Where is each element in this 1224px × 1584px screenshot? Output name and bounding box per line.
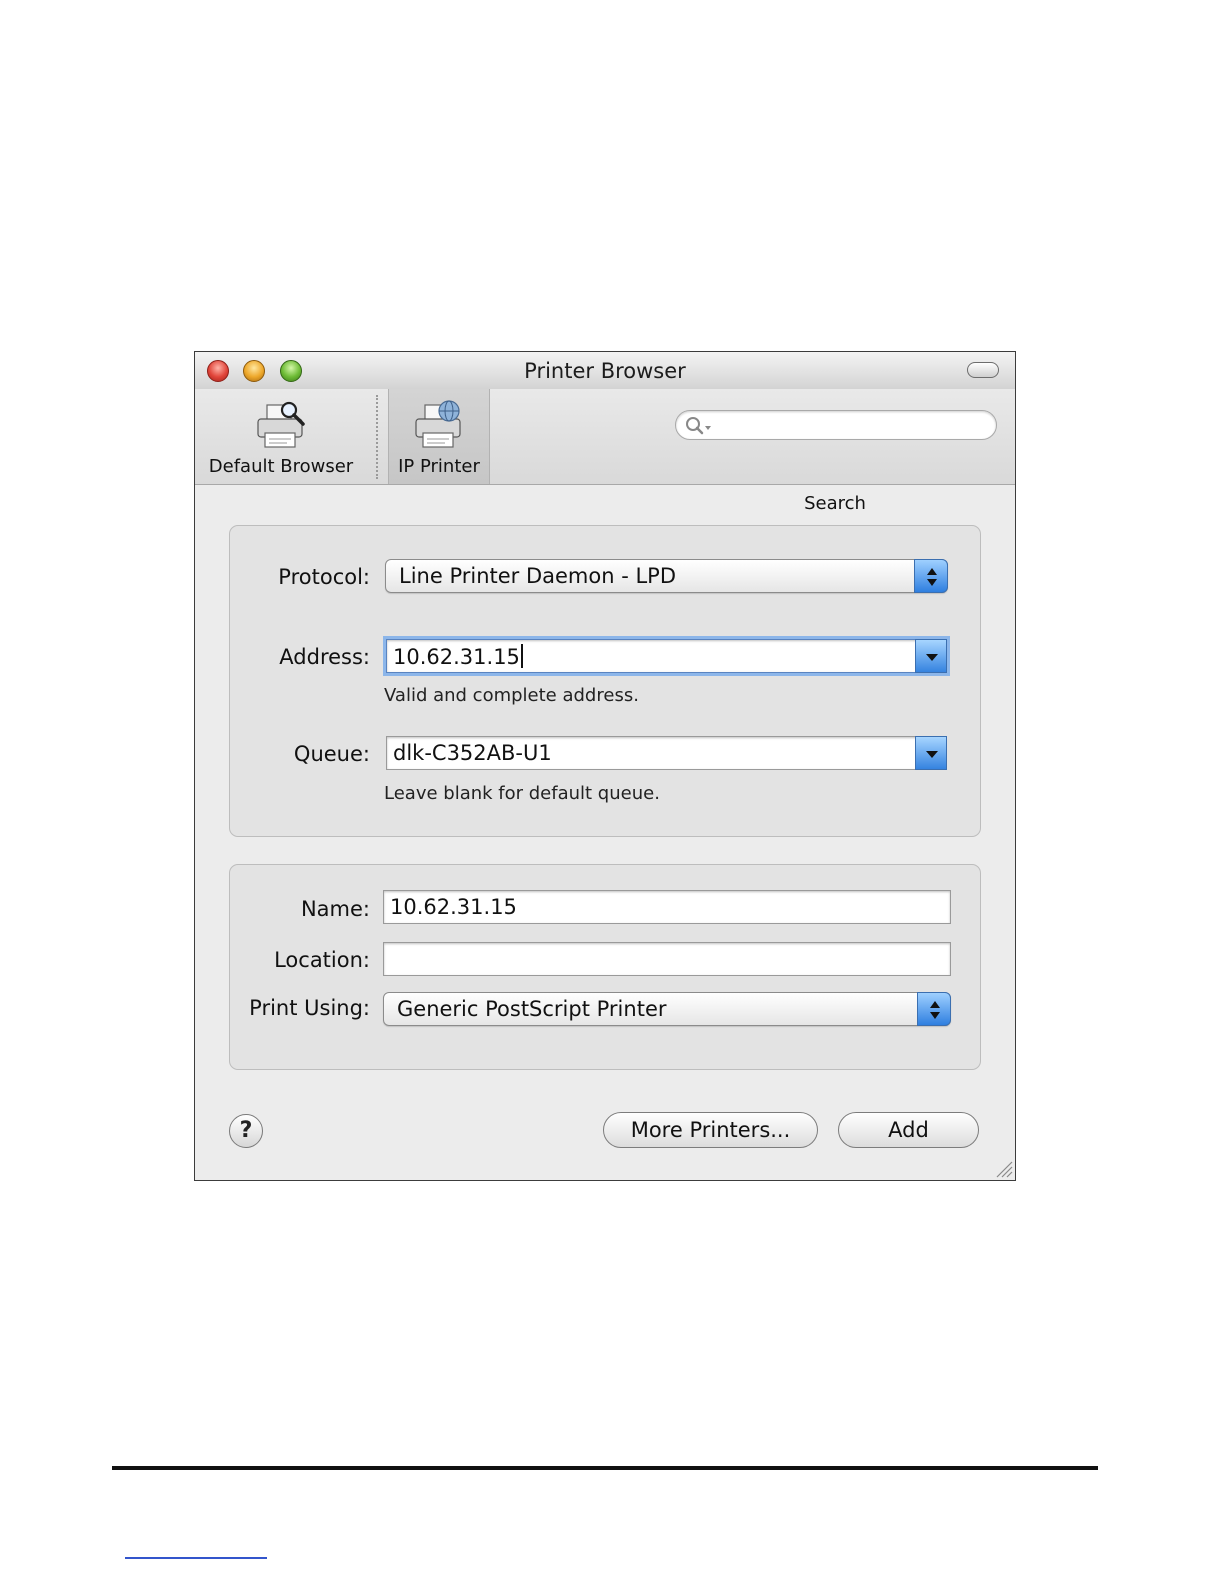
- printer-info-group: Name: 10.62.31.15 Location: Print Using:…: [229, 864, 981, 1070]
- print-using-label: Print Using:: [249, 996, 370, 1020]
- default-browser-printer-icon: [257, 401, 305, 448]
- name-value: 10.62.31.15: [390, 895, 517, 919]
- toolbar-separator: [376, 395, 378, 479]
- add-button[interactable]: Add: [838, 1112, 979, 1148]
- help-button[interactable]: ?: [229, 1114, 263, 1148]
- protocol-value: Line Printer Daemon - LPD: [399, 564, 677, 588]
- window-title: Printer Browser: [524, 359, 686, 383]
- toolbar-toggle-icon[interactable]: [967, 362, 999, 378]
- connection-group: Protocol: Line Printer Daemon - LPD Addr…: [229, 525, 981, 837]
- address-hint: Valid and complete address.: [384, 685, 639, 706]
- search-icon: [686, 417, 711, 435]
- location-field[interactable]: [383, 942, 951, 976]
- resize-grip-icon[interactable]: [993, 1158, 1013, 1178]
- combo-arrow-icon[interactable]: [915, 639, 947, 673]
- name-label: Name:: [300, 897, 370, 921]
- combo-arrow-icon[interactable]: [915, 736, 947, 770]
- name-field[interactable]: 10.62.31.15: [383, 890, 951, 924]
- ip-printer-label: IP Printer: [398, 456, 480, 477]
- print-using-value: Generic PostScript Printer: [397, 997, 667, 1021]
- footer-link-underline: [125, 1557, 267, 1559]
- default-browser-tab[interactable]: Default Browser: [201, 389, 361, 484]
- queue-value: dlk-C352AB-U1: [393, 741, 552, 765]
- address-value: 10.62.31.15: [393, 645, 520, 669]
- ip-printer-icon: [415, 400, 461, 448]
- toolbar: Default Browser IP Printer Search: [195, 389, 1015, 514]
- queue-label: Queue:: [293, 742, 370, 766]
- location-label: Location:: [274, 948, 370, 972]
- printer-browser-window: Printer Browser Default Browser IP Print…: [194, 351, 1016, 1181]
- address-label: Address:: [279, 645, 370, 669]
- print-using-popup[interactable]: Generic PostScript Printer: [383, 992, 951, 1026]
- popup-arrows-icon: [917, 992, 951, 1026]
- popup-arrows-icon: [914, 559, 948, 593]
- queue-hint: Leave blank for default queue.: [384, 783, 660, 804]
- protocol-popup[interactable]: Line Printer Daemon - LPD: [385, 559, 948, 593]
- ip-printer-tab[interactable]: IP Printer: [388, 389, 490, 484]
- search-label: Search: [804, 493, 866, 514]
- more-printers-button[interactable]: More Printers...: [603, 1112, 818, 1148]
- protocol-label: Protocol:: [278, 565, 370, 589]
- page-footer-rule: [112, 1466, 1098, 1470]
- queue-field[interactable]: dlk-C352AB-U1: [386, 736, 947, 770]
- address-field[interactable]: 10.62.31.15: [386, 639, 947, 673]
- search-input[interactable]: [675, 410, 997, 440]
- title-bar[interactable]: Printer Browser: [195, 352, 1015, 390]
- text-cursor: [520, 644, 523, 668]
- default-browser-label: Default Browser: [208, 456, 354, 477]
